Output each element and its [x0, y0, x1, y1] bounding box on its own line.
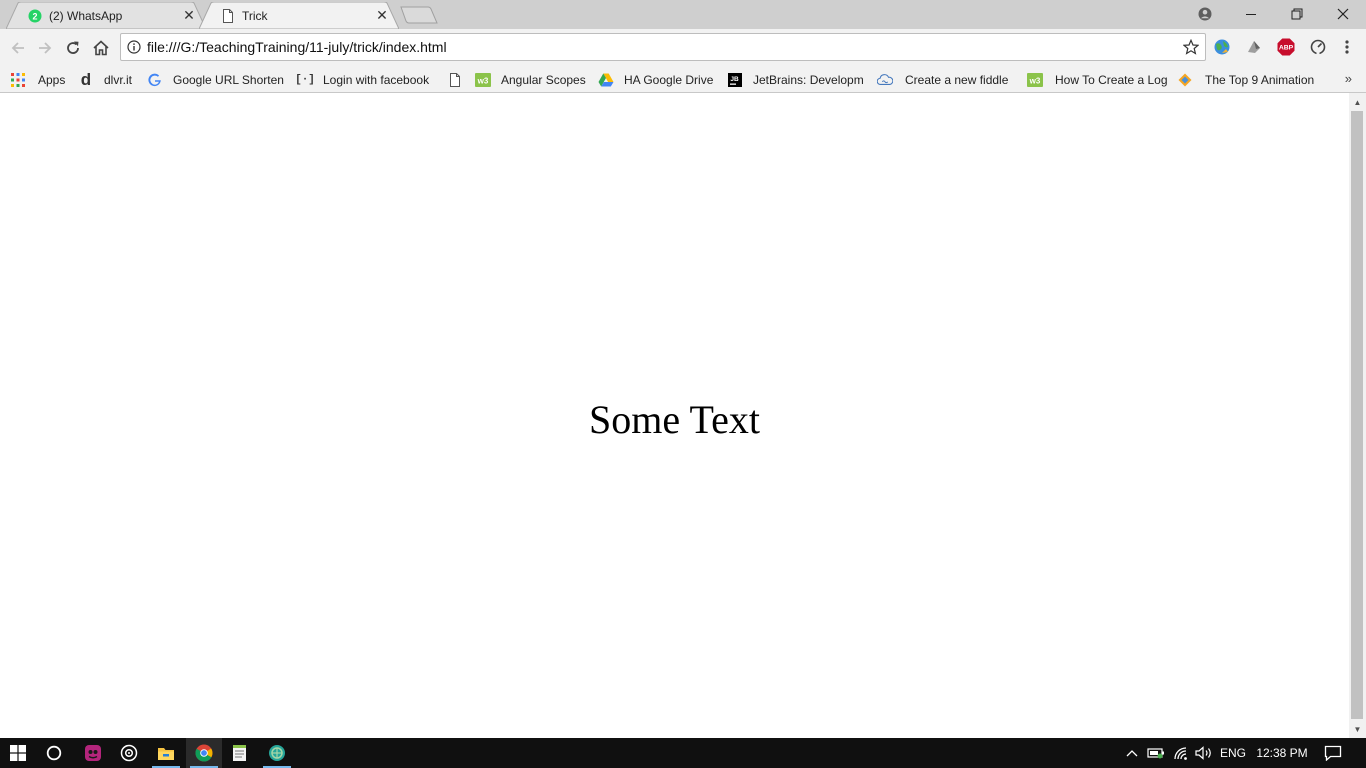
bookmark-label: HA Google Drive: [624, 73, 714, 87]
battery-icon[interactable]: [1145, 738, 1167, 768]
google-icon: [147, 72, 163, 88]
apps-grid-icon: [10, 72, 26, 88]
bookmark-label: Create a new fiddle: [905, 73, 1009, 87]
w3schools-icon: w3: [475, 72, 491, 88]
bookmark-google-url-shortener[interactable]: Google URL Shorten: [147, 70, 286, 90]
bracket-icon: [·]: [297, 74, 315, 86]
app-taskbar-icon[interactable]: [75, 738, 111, 768]
bookmark-label: How To Create a Log: [1055, 73, 1167, 87]
windows-taskbar: ENG 12:38 PM: [0, 738, 1366, 768]
bookmark-page[interactable]: [447, 70, 467, 90]
address-bar[interactable]: file:///G:/TeachingTraining/11-july/tric…: [120, 33, 1206, 61]
profile-icon[interactable]: [1190, 0, 1220, 28]
back-button[interactable]: [7, 37, 29, 59]
chrome-taskbar-icon[interactable]: [186, 738, 222, 768]
bookmark-jsfiddle[interactable]: Create a new fiddle: [877, 70, 1017, 90]
close-tab-icon[interactable]: ✕: [375, 7, 389, 23]
bookmark-angular-scopes[interactable]: w3 Angular Scopes: [475, 70, 590, 90]
extension-icon[interactable]: [1245, 38, 1263, 56]
language-indicator[interactable]: ENG: [1218, 738, 1248, 768]
bookmark-label: The Top 9 Animation: [1205, 73, 1315, 87]
page-text: Some Text: [589, 397, 760, 442]
tab-trick[interactable]: Trick ✕: [199, 2, 399, 29]
restore-button[interactable]: [1274, 0, 1320, 28]
camera-app-icon[interactable]: [111, 738, 147, 768]
svg-text:w3: w3: [1029, 77, 1041, 86]
tab-whatsapp[interactable]: 2 (2) WhatsApp ✕: [6, 2, 206, 29]
bookmark-login-with-facebook[interactable]: [·] Login with facebook: [297, 70, 437, 90]
svg-text:JB: JB: [730, 76, 739, 83]
page-icon: [447, 72, 463, 88]
bookmark-top-9-animation[interactable]: The Top 9 Animation: [1177, 70, 1317, 90]
bookmark-dlvrit[interactable]: d dlvr.it: [78, 70, 140, 90]
bookmark-label: Apps: [38, 73, 66, 87]
w3schools-icon: w3: [1027, 72, 1043, 88]
bookmark-label: Login with facebook: [323, 73, 430, 87]
svg-text:ABP: ABP: [1279, 45, 1294, 52]
scroll-up-icon[interactable]: ▲: [1349, 94, 1366, 110]
tab-badge: 2: [32, 11, 37, 21]
home-button[interactable]: [90, 37, 112, 59]
menu-kebab-icon[interactable]: [1339, 38, 1355, 56]
diamond-icon: [1177, 72, 1193, 88]
url-text[interactable]: file:///G:/TeachingTraining/11-july/tric…: [147, 39, 1177, 55]
scroll-down-icon[interactable]: ▼: [1349, 721, 1366, 737]
bookmark-ha-google-drive[interactable]: HA Google Drive: [598, 70, 720, 90]
bookmark-how-to-create[interactable]: w3 How To Create a Log: [1027, 70, 1167, 90]
tab-title: (2) WhatsApp: [49, 8, 123, 23]
action-center-icon[interactable]: [1318, 738, 1348, 768]
bookmark-label: Google URL Shorten: [173, 73, 284, 87]
tab-strip: 2 (2) WhatsApp ✕ Trick ✕: [0, 0, 1366, 29]
forward-button[interactable]: [34, 37, 56, 59]
browser-toolbar: file:///G:/TeachingTraining/11-july/tric…: [0, 29, 1366, 66]
svg-text:w3: w3: [477, 77, 489, 86]
bookmarks-bar: Apps d dlvr.it Google URL Shorten [·] Lo…: [0, 66, 1366, 93]
bookmark-star-icon[interactable]: [1177, 39, 1205, 55]
whatsapp-icon: 2: [28, 9, 42, 23]
show-hidden-icons[interactable]: [1122, 738, 1142, 768]
dlvrit-icon: d: [80, 70, 92, 89]
info-icon[interactable]: [121, 40, 147, 54]
jetbrains-icon: JB: [727, 72, 743, 88]
volume-icon[interactable]: [1193, 738, 1215, 768]
minimize-button[interactable]: [1228, 0, 1274, 28]
bookmark-label: dlvr.it: [104, 73, 133, 87]
wifi-icon[interactable]: [1170, 738, 1192, 768]
clock[interactable]: 12:38 PM: [1254, 738, 1310, 768]
reload-button[interactable]: [62, 37, 84, 59]
browser-app-icon[interactable]: [259, 738, 295, 768]
file-explorer-icon[interactable]: [148, 738, 184, 768]
jsfiddle-icon: [877, 72, 893, 88]
bookmark-apps[interactable]: Apps: [10, 70, 70, 90]
close-window-button[interactable]: [1320, 0, 1366, 28]
vertical-scrollbar[interactable]: ▲ ▼: [1349, 93, 1366, 738]
close-tab-icon[interactable]: ✕: [182, 7, 196, 23]
scrollbar-thumb[interactable]: [1351, 111, 1363, 719]
tab-title: Trick: [242, 8, 268, 23]
bookmark-jetbrains[interactable]: JB JetBrains: Developm: [727, 70, 866, 90]
bookmark-label: JetBrains: Developm: [753, 73, 864, 87]
new-tab-button[interactable]: [400, 6, 438, 24]
page-icon: [221, 8, 235, 23]
start-button[interactable]: [0, 738, 36, 768]
adblock-plus-icon[interactable]: ABP: [1277, 38, 1295, 56]
speedometer-icon[interactable]: [1309, 38, 1327, 56]
page-viewport: Some Text: [0, 93, 1349, 738]
globe-extension-icon[interactable]: [1213, 38, 1231, 56]
notepad-icon[interactable]: [222, 738, 258, 768]
bookmark-label: Angular Scopes: [501, 73, 586, 87]
more-bookmarks-icon[interactable]: »: [1345, 71, 1352, 86]
google-drive-icon: [598, 72, 614, 88]
cortana-search-icon[interactable]: [36, 738, 72, 768]
